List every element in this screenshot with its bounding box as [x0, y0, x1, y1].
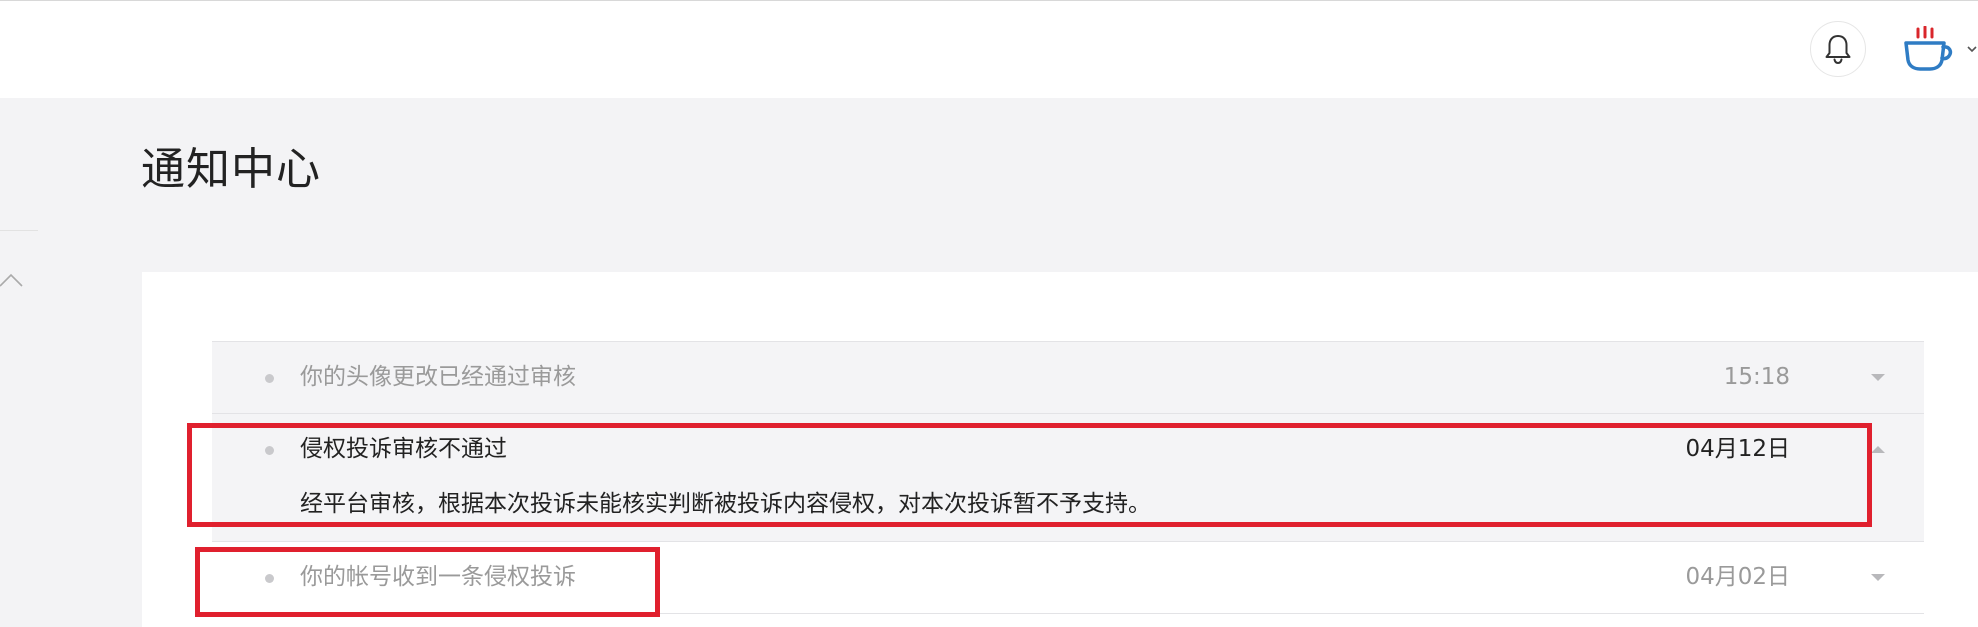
notification-title: 你的帐号收到一条侵权投诉 — [300, 564, 576, 590]
chevron-down-icon[interactable] — [1966, 43, 1978, 55]
notification-time: 15:18 — [1723, 364, 1790, 390]
bullet-icon — [265, 446, 274, 455]
top-bar — [0, 0, 1978, 98]
caret-up-icon[interactable] — [1870, 444, 1886, 454]
page-title: 通知中心 — [141, 144, 321, 195]
coffee-cup-icon — [1904, 26, 1953, 71]
bullet-icon — [265, 374, 274, 383]
notification-time: 04月12日 — [1685, 436, 1790, 462]
notification-body: 经平台审核，根据本次投诉未能核实判断被投诉内容侵权，对本次投诉暂不予支持。 — [300, 491, 1151, 517]
notification-item[interactable]: 你的帐号收到一条侵权投诉 04月02日 — [212, 541, 1924, 613]
notification-bell-button[interactable] — [1810, 21, 1866, 77]
chevron-up-icon[interactable] — [0, 270, 26, 290]
bell-icon — [1825, 35, 1851, 65]
caret-down-icon[interactable] — [1870, 373, 1886, 383]
notification-item[interactable]: 你的头像更改已经通过审核 15:18 — [212, 341, 1924, 413]
notification-title: 你的头像更改已经通过审核 — [300, 364, 576, 390]
bullet-icon — [265, 574, 274, 583]
avatar[interactable] — [1900, 23, 1956, 75]
list-divider — [212, 613, 1924, 614]
notification-center-page: 通知中心 你的头像更改已经通过审核 15:18 侵权投诉审核不通过 04月12日… — [0, 0, 1978, 627]
caret-down-icon[interactable] — [1870, 573, 1886, 583]
notification-title: 侵权投诉审核不通过 — [300, 436, 507, 462]
notification-time: 04月02日 — [1685, 564, 1790, 590]
notification-item[interactable]: 侵权投诉审核不通过 04月12日 经平台审核，根据本次投诉未能核实判断被投诉内容… — [212, 413, 1924, 541]
left-divider — [0, 230, 38, 231]
